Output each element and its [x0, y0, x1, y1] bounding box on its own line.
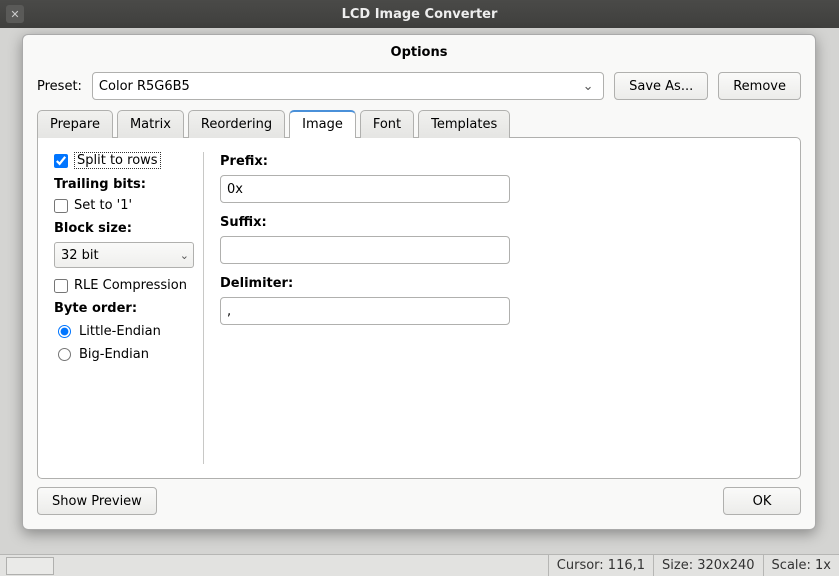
- tab-bar: Prepare Matrix Reordering Image Font Tem…: [23, 110, 815, 137]
- preset-selected: Color R5G6B5: [99, 79, 190, 94]
- rle-checkbox[interactable]: [54, 279, 68, 293]
- trailing-bits-label: Trailing bits:: [54, 177, 193, 192]
- close-icon[interactable]: ✕: [6, 5, 24, 23]
- big-endian-label: Big-Endian: [79, 347, 149, 362]
- prefix-label: Prefix:: [220, 154, 784, 169]
- status-size: Size: 320x240: [653, 555, 763, 576]
- chevron-down-icon: ⌄: [579, 79, 597, 94]
- tab-image[interactable]: Image: [289, 110, 356, 138]
- prefix-input[interactable]: [220, 175, 510, 203]
- suffix-input[interactable]: [220, 236, 510, 264]
- block-size-select[interactable]: 32 bit ⌄: [54, 242, 194, 268]
- little-endian-label: Little-Endian: [79, 324, 161, 339]
- tab-body-image: Split to rows Trailing bits: Set to '1' …: [37, 137, 801, 479]
- status-bar: Cursor: 116,1 Size: 320x240 Scale: 1x: [0, 554, 839, 576]
- dialog-title: Options: [23, 35, 815, 68]
- delimiter-input[interactable]: [220, 297, 510, 325]
- options-dialog: Options Preset: Color R5G6B5 ⌄ Save As..…: [22, 34, 816, 530]
- right-column: Prefix: Suffix: Delimiter:: [214, 152, 784, 464]
- rle-label: RLE Compression: [74, 278, 187, 293]
- window-title: LCD Image Converter: [0, 7, 839, 22]
- big-endian-radio[interactable]: [58, 348, 71, 361]
- show-preview-button[interactable]: Show Preview: [37, 487, 157, 515]
- tab-font[interactable]: Font: [360, 110, 414, 138]
- set-to-1-label: Set to '1': [74, 198, 132, 213]
- remove-button[interactable]: Remove: [718, 72, 801, 100]
- status-scale: Scale: 1x: [763, 555, 839, 576]
- tab-reordering[interactable]: Reordering: [188, 110, 285, 138]
- suffix-label: Suffix:: [220, 215, 784, 230]
- tab-templates[interactable]: Templates: [418, 110, 510, 138]
- preset-row: Preset: Color R5G6B5 ⌄ Save As... Remove: [23, 68, 815, 110]
- save-as-button[interactable]: Save As...: [614, 72, 708, 100]
- chevron-down-icon: ⌄: [180, 249, 189, 262]
- left-column: Split to rows Trailing bits: Set to '1' …: [54, 152, 204, 464]
- byte-order-label: Byte order:: [54, 301, 193, 316]
- status-cursor: Cursor: 116,1: [548, 555, 653, 576]
- preset-select[interactable]: Color R5G6B5 ⌄: [92, 72, 604, 100]
- titlebar: ✕ LCD Image Converter: [0, 0, 839, 28]
- ok-button[interactable]: OK: [723, 487, 801, 515]
- block-size-label: Block size:: [54, 221, 193, 236]
- dialog-footer: Show Preview OK: [23, 487, 815, 529]
- split-to-rows-label: Split to rows: [74, 152, 161, 169]
- little-endian-radio[interactable]: [58, 325, 71, 338]
- split-to-rows-checkbox[interactable]: [54, 154, 68, 168]
- block-size-value: 32 bit: [61, 248, 99, 263]
- delimiter-label: Delimiter:: [220, 276, 784, 291]
- set-to-1-checkbox[interactable]: [54, 199, 68, 213]
- preset-label: Preset:: [37, 79, 82, 94]
- tab-matrix[interactable]: Matrix: [117, 110, 184, 138]
- status-left-block: [6, 557, 54, 575]
- tab-prepare[interactable]: Prepare: [37, 110, 113, 138]
